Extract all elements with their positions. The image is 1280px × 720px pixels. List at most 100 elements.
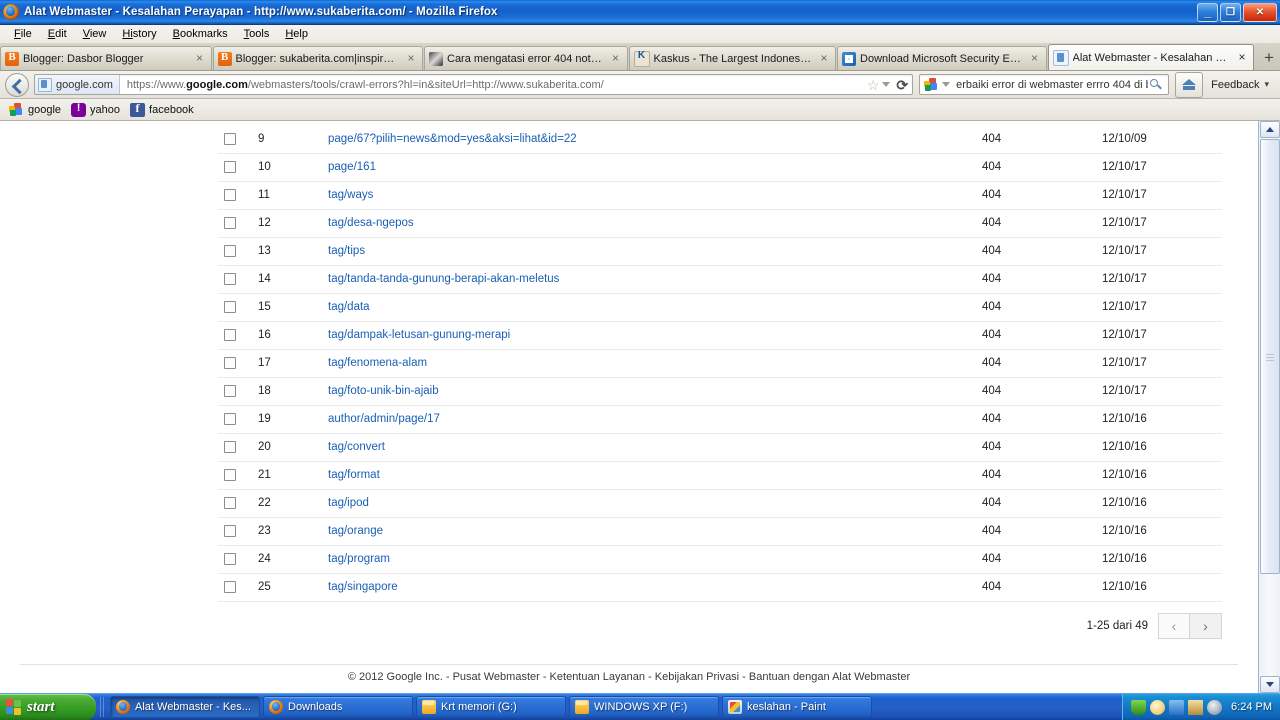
taskbar-clock[interactable]: 6:24 PM xyxy=(1231,701,1272,713)
row-checkbox[interactable] xyxy=(224,468,236,481)
row-checkbox-cell[interactable] xyxy=(218,265,258,294)
row-checkbox[interactable] xyxy=(224,160,236,173)
pagination-prev-button[interactable]: ‹ xyxy=(1158,613,1190,639)
search-input[interactable]: erbaiki error di webmaster errro 404 di … xyxy=(952,79,1148,91)
feedback-button[interactable]: Feedback ▾ xyxy=(1211,79,1275,91)
row-url-link[interactable]: tag/program xyxy=(328,553,390,565)
row-checkbox[interactable] xyxy=(224,132,236,145)
row-url-link[interactable]: tag/dampak-letusan-gunung-merapi xyxy=(328,329,510,341)
taskbar-item-krt-memori[interactable]: Krt memori (G:) xyxy=(416,696,566,718)
row-url-cell[interactable]: tag/ipod xyxy=(328,489,982,518)
row-checkbox-cell[interactable] xyxy=(218,153,258,182)
menu-item-history[interactable]: History xyxy=(114,27,164,41)
scroll-down-button[interactable] xyxy=(1260,676,1280,693)
search-engine-chevron-icon[interactable] xyxy=(942,82,951,87)
table-row[interactable]: 10 page/161 404 12/10/17 xyxy=(218,153,1222,182)
back-button[interactable] xyxy=(5,72,29,97)
messenger-icon[interactable] xyxy=(1150,699,1166,715)
new-tab-button[interactable]: + xyxy=(1258,48,1280,70)
row-url-cell[interactable]: author/admin/page/17 xyxy=(328,405,982,434)
row-checkbox[interactable] xyxy=(224,188,236,201)
table-row[interactable]: 20 tag/convert 404 12/10/16 xyxy=(218,433,1222,462)
menu-item-help[interactable]: Help xyxy=(277,27,316,41)
table-row[interactable]: 19 author/admin/page/17 404 12/10/16 xyxy=(218,405,1222,434)
search-icon[interactable] xyxy=(1148,77,1164,93)
table-row[interactable]: 23 tag/orange 404 12/10/16 xyxy=(218,517,1222,546)
row-checkbox[interactable] xyxy=(224,384,236,397)
scroll-up-button[interactable] xyxy=(1260,121,1280,138)
pagination-next-button[interactable]: › xyxy=(1190,613,1222,639)
row-checkbox-cell[interactable] xyxy=(218,293,258,322)
menu-item-tools[interactable]: Tools xyxy=(236,27,278,41)
row-url-link[interactable]: page/67?pilih=news&mod=yes&aksi=lihat&id… xyxy=(328,133,577,145)
row-url-link[interactable]: tag/ways xyxy=(328,189,373,201)
search-bar[interactable]: erbaiki error di webmaster errro 404 di … xyxy=(919,74,1170,95)
row-url-cell[interactable]: tag/ways xyxy=(328,181,982,210)
row-url-cell[interactable]: tag/program xyxy=(328,545,982,574)
row-checkbox-cell[interactable] xyxy=(218,349,258,378)
row-url-link[interactable]: tag/foto-unik-bin-ajaib xyxy=(328,385,439,397)
row-checkbox-cell[interactable] xyxy=(218,433,258,462)
row-url-link[interactable]: author/admin/page/17 xyxy=(328,413,440,425)
row-checkbox[interactable] xyxy=(224,496,236,509)
row-checkbox-cell[interactable] xyxy=(218,321,258,350)
menu-item-view[interactable]: View xyxy=(75,27,115,41)
row-checkbox[interactable] xyxy=(224,412,236,425)
security-shield-icon[interactable] xyxy=(1131,699,1147,715)
table-row[interactable]: 21 tag/format 404 12/10/16 xyxy=(218,461,1222,490)
row-url-cell[interactable]: tag/foto-unik-bin-ajaib xyxy=(328,377,982,406)
tab-close-icon[interactable]: × xyxy=(817,51,831,66)
row-url-link[interactable]: tag/tips xyxy=(328,245,365,257)
site-identity-block[interactable]: google.com xyxy=(35,75,120,94)
row-url-cell[interactable]: tag/fenomena-alam xyxy=(328,349,982,378)
taskbar-item-windows-xp[interactable]: WINDOWS XP (F:) xyxy=(569,696,719,718)
home-button[interactable] xyxy=(1175,71,1204,98)
row-url-link[interactable]: tag/desa-ngepos xyxy=(328,217,414,229)
row-checkbox[interactable] xyxy=(224,552,236,565)
hourglass-icon[interactable] xyxy=(1188,699,1204,715)
scrollbar-thumb[interactable] xyxy=(1260,139,1280,574)
row-checkbox[interactable] xyxy=(224,356,236,369)
row-checkbox-cell[interactable] xyxy=(218,517,258,546)
close-button[interactable]: ✕ xyxy=(1243,2,1277,22)
table-row[interactable]: 25 tag/singapore 404 12/10/16 xyxy=(218,573,1222,602)
start-button[interactable]: start xyxy=(0,693,96,720)
menu-item-file[interactable]: File xyxy=(6,27,40,41)
bookmark-yahoo[interactable]: yahoo xyxy=(71,102,120,117)
taskbar-item-paint[interactable]: keslahan - Paint xyxy=(722,696,872,718)
url-bar[interactable]: google.com https://www.google.com/webmas… xyxy=(34,74,914,95)
table-row[interactable]: 15 tag/data 404 12/10/17 xyxy=(218,293,1222,322)
menu-item-edit[interactable]: Edit xyxy=(40,27,75,41)
browser-tab-2[interactable]: Blogger: sukaberita.com|inspiration... × xyxy=(212,46,423,70)
row-url-link[interactable]: tag/format xyxy=(328,469,380,481)
row-checkbox-cell[interactable] xyxy=(218,125,258,154)
row-url-link[interactable]: tag/singapore xyxy=(328,581,398,593)
bookmark-star-icon[interactable]: ☆ xyxy=(867,78,880,92)
row-checkbox-cell[interactable] xyxy=(218,489,258,518)
row-checkbox-cell[interactable] xyxy=(218,209,258,238)
row-url-cell[interactable]: tag/desa-ngepos xyxy=(328,209,982,238)
row-url-cell[interactable]: tag/format xyxy=(328,461,982,490)
chevron-down-icon[interactable] xyxy=(882,82,891,87)
row-url-link[interactable]: tag/convert xyxy=(328,441,385,453)
scrollbar-track[interactable] xyxy=(1260,574,1280,675)
table-row[interactable]: 13 tag/tips 404 12/10/17 xyxy=(218,237,1222,266)
reload-icon[interactable]: ⟳ xyxy=(896,78,908,92)
row-url-cell[interactable]: tag/data xyxy=(328,293,982,322)
browser-tab-3[interactable]: Cara mengatasi error 404 not foun... × xyxy=(424,46,628,70)
bookmark-google[interactable]: google xyxy=(5,102,61,117)
row-url-cell[interactable]: page/161 xyxy=(328,153,982,182)
table-row[interactable]: 24 tag/program 404 12/10/16 xyxy=(218,545,1222,574)
table-row[interactable]: 16 tag/dampak-letusan-gunung-merapi 404 … xyxy=(218,321,1222,350)
network-icon[interactable] xyxy=(1169,699,1185,715)
url-input[interactable]: https://www.google.com/webmasters/tools/… xyxy=(120,79,867,91)
row-url-link[interactable]: tag/ipod xyxy=(328,497,369,509)
table-row[interactable]: 12 tag/desa-ngepos 404 12/10/17 xyxy=(218,209,1222,238)
browser-tab-4[interactable]: Kaskus - The Largest Indonesian C... × xyxy=(628,46,837,70)
bookmark-facebook[interactable]: facebook xyxy=(130,101,194,117)
table-row[interactable]: 18 tag/foto-unik-bin-ajaib 404 12/10/17 xyxy=(218,377,1222,406)
row-checkbox[interactable] xyxy=(224,440,236,453)
browser-tab-1[interactable]: Blogger: Dasbor Blogger × xyxy=(0,46,212,70)
tab-close-icon[interactable]: × xyxy=(1028,51,1042,66)
row-checkbox-cell[interactable] xyxy=(218,237,258,266)
